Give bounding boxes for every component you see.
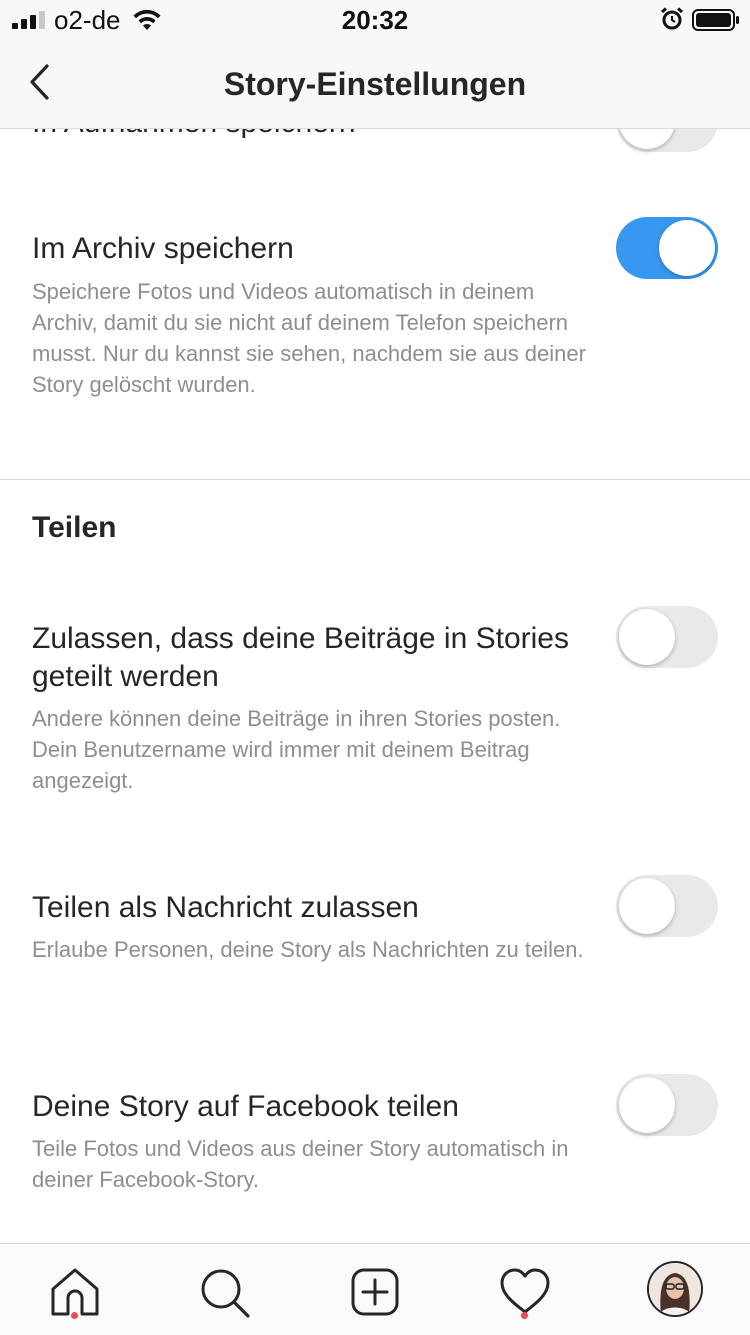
toggle-knob bbox=[619, 609, 675, 665]
share-to-facebook-description: Teile Fotos und Videos aus deiner Story … bbox=[32, 1136, 569, 1192]
share-to-facebook-toggle[interactable] bbox=[616, 1074, 718, 1136]
allow-message-sharing-label: Teilen als Nachricht zulassen bbox=[32, 891, 419, 924]
section-header-sharing: Teilen bbox=[32, 511, 117, 544]
archive-setting-label: Im Archiv speichern bbox=[32, 232, 294, 265]
allow-story-sharing-label: Zulassen, dass deine Beiträge in Stories… bbox=[32, 622, 569, 693]
allow-story-sharing-toggle[interactable] bbox=[616, 606, 718, 668]
bottom-tab-bar bbox=[0, 1243, 750, 1335]
archive-toggle[interactable] bbox=[616, 217, 718, 279]
toggle-knob bbox=[619, 878, 675, 934]
battery-icon bbox=[692, 9, 739, 31]
share-to-facebook-label: Deine Story auf Facebook teilen bbox=[32, 1090, 459, 1123]
tab-new-post[interactable] bbox=[345, 1262, 405, 1322]
toggle-knob bbox=[619, 129, 675, 149]
settings-list[interactable]: In Aufnahmen speichern Im Archiv speiche… bbox=[0, 129, 750, 1243]
home-notification-dot bbox=[71, 1312, 78, 1319]
add-post-icon bbox=[351, 1268, 399, 1316]
navigation-bar: Story-Einstellungen bbox=[0, 40, 750, 129]
page-title: Story-Einstellungen bbox=[223, 66, 527, 102]
save-to-camera-roll-label: In Aufnahmen speichern bbox=[32, 129, 356, 143]
save-to-camera-roll-toggle[interactable] bbox=[616, 129, 718, 152]
profile-photo bbox=[649, 1263, 701, 1315]
alarm-clock-icon bbox=[661, 7, 683, 30]
section-divider bbox=[0, 479, 750, 480]
activity-notification-dot bbox=[521, 1312, 528, 1319]
allow-message-sharing-description: Erlaube Personen, deine Story als Nachri… bbox=[32, 937, 584, 962]
status-bar: o2-de 20:32 bbox=[0, 0, 750, 40]
search-icon bbox=[201, 1269, 250, 1318]
allow-story-sharing-description: Andere können deine Beiträge in ihren St… bbox=[32, 706, 561, 793]
tab-search[interactable] bbox=[194, 1262, 254, 1322]
archive-setting-description: Speichere Fotos und Videos automatisch i… bbox=[32, 279, 586, 397]
tab-profile-avatar[interactable] bbox=[647, 1261, 703, 1317]
toggle-knob bbox=[619, 1077, 675, 1133]
status-time: 20:32 bbox=[341, 5, 409, 35]
allow-message-sharing-toggle[interactable] bbox=[616, 875, 718, 937]
toggle-knob bbox=[659, 220, 715, 276]
